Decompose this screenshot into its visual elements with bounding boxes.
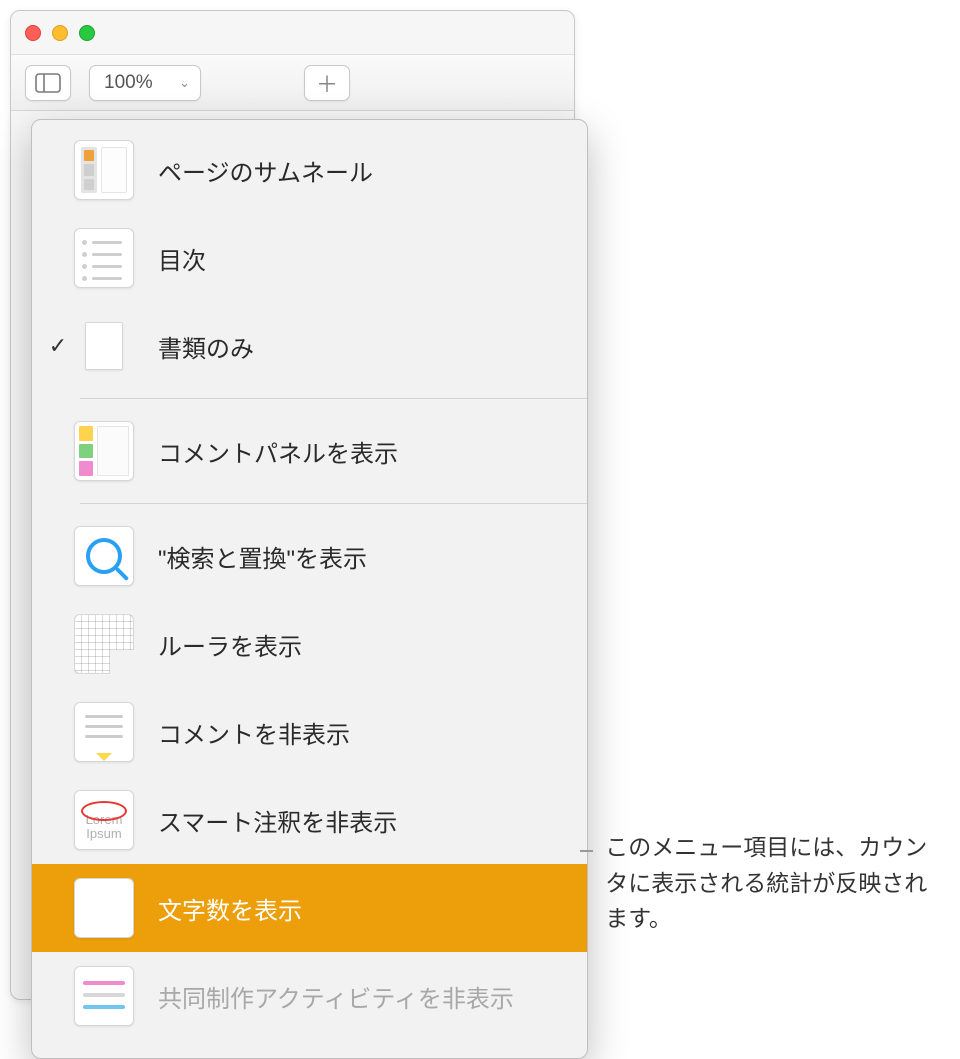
window-controls	[25, 25, 95, 41]
toolbar: 100% ⌄ ＋	[11, 55, 574, 111]
menu-item-hide-comments[interactable]: コメントを非表示	[32, 688, 587, 776]
checkmark-icon: ✓	[42, 333, 74, 359]
note-icon	[74, 702, 134, 762]
callout-text: このメニュー項目には、カウンタに表示される統計が反映されます。	[605, 830, 940, 937]
maximize-icon[interactable]	[79, 25, 95, 41]
chevron-down-icon: ⌄	[179, 75, 190, 91]
thumbnails-icon	[74, 140, 134, 200]
menu-item-toc[interactable]: 目次	[32, 214, 587, 302]
menu-separator	[80, 398, 587, 399]
ruler-icon	[74, 614, 134, 674]
titlebar	[11, 11, 574, 55]
view-menu-button[interactable]	[25, 65, 71, 101]
menu-item-label: "検索と置換"を表示	[158, 539, 367, 574]
menu-item-show-word-count[interactable]: 42 文字数を表示	[32, 864, 587, 952]
comments-panel-icon	[74, 421, 134, 481]
menu-item-show-ruler[interactable]: ルーラを表示	[32, 600, 587, 688]
sidebar-icon	[35, 73, 61, 93]
menu-item-hide-smart-annotations[interactable]: LoremIpsum スマート注釈を非表示	[32, 776, 587, 864]
word-count-badge: 42	[91, 894, 118, 922]
collaboration-icon	[74, 966, 134, 1026]
app-window: 100% ⌄ ＋ ページのサムネール	[10, 10, 575, 1000]
menu-item-label: ルーラを表示	[158, 627, 302, 662]
menu-item-label: ページのサムネール	[158, 153, 373, 188]
menu-item-label: コメントパネルを表示	[158, 434, 398, 469]
callout-leader-line	[580, 850, 593, 852]
menu-item-show-find-replace[interactable]: "検索と置換"を表示	[32, 512, 587, 600]
plus-icon: ＋	[316, 67, 338, 99]
zoom-label: 100%	[104, 72, 153, 94]
zoom-select[interactable]: 100% ⌄	[89, 65, 201, 101]
menu-item-label: スマート注釈を非表示	[158, 803, 397, 838]
close-icon[interactable]	[25, 25, 41, 41]
menu-item-document-only[interactable]: ✓ 書類のみ	[32, 302, 587, 390]
menu-item-show-comments-panel[interactable]: コメントパネルを表示	[32, 407, 587, 495]
toc-icon	[74, 228, 134, 288]
menu-separator	[80, 503, 587, 504]
menu-item-page-thumbnails[interactable]: ページのサムネール	[32, 126, 587, 214]
view-dropdown-menu: ページのサムネール 目次 ✓ 書類のみ	[31, 119, 588, 1059]
menu-item-label: 目次	[158, 241, 206, 276]
menu-item-hide-collaboration-activity: 共同制作アクティビティを非表示	[32, 952, 587, 1040]
add-page-button[interactable]: ＋	[304, 65, 350, 101]
menu-item-label: 文字数を表示	[158, 891, 302, 926]
menu-item-label: 共同制作アクティビティを非表示	[158, 979, 514, 1014]
search-icon	[74, 526, 134, 586]
menu-item-label: コメントを非表示	[158, 715, 350, 750]
document-only-icon	[74, 316, 134, 376]
annotation-callout: このメニュー項目には、カウンタに表示される統計が反映されます。	[580, 830, 940, 937]
minimize-icon[interactable]	[52, 25, 68, 41]
menu-item-label: 書類のみ	[158, 329, 254, 364]
smart-annotation-icon: LoremIpsum	[74, 790, 134, 850]
word-count-icon: 42	[74, 878, 134, 938]
